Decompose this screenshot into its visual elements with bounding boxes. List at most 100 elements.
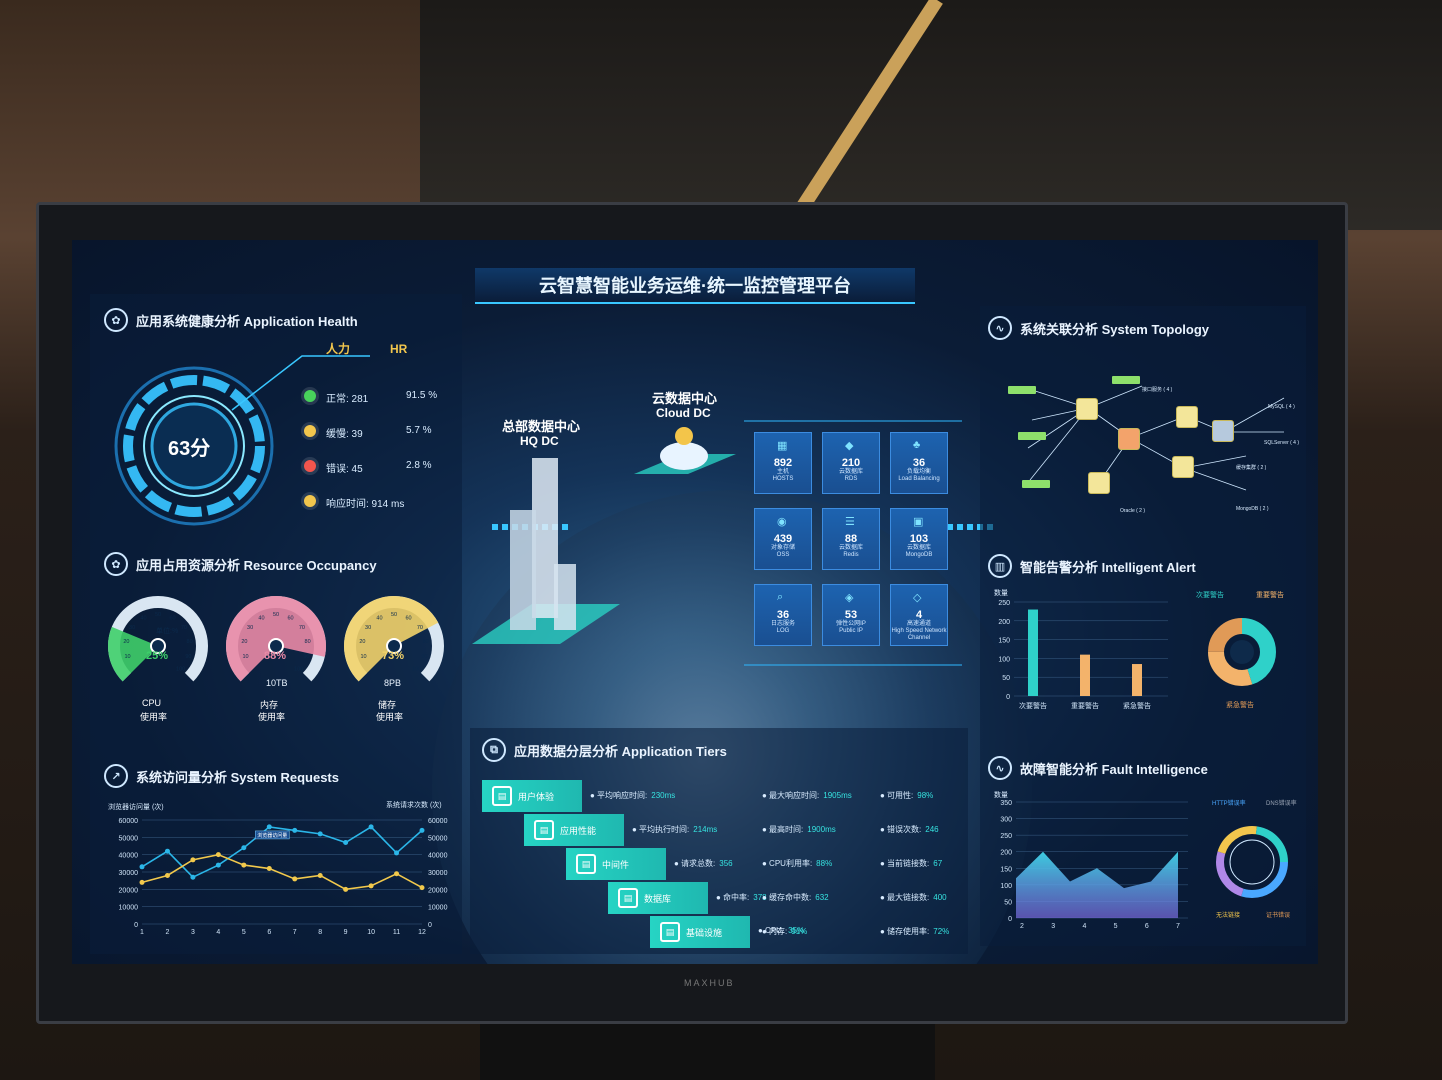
data-point <box>215 862 221 868</box>
health-col-a: 人力 <box>326 342 351 356</box>
hq-building-icon <box>472 458 620 644</box>
tile-icon: ⌕ <box>777 591 784 603</box>
data-point <box>190 857 196 863</box>
tile-value: 36 <box>912 457 926 469</box>
tiers-header: ⧉ 应用数据分层分析 Application Tiers <box>482 738 727 762</box>
resource-header: ✿ 应用占用资源分析 Resource Occupancy <box>104 552 377 576</box>
resource-tile: ☰ 88 云数据库 Redis <box>822 508 880 570</box>
topology-node <box>1172 456 1194 478</box>
gauge-tick-label: 30 <box>365 625 371 631</box>
tile-label-en: Public IP <box>839 628 863 634</box>
data-point <box>368 824 374 830</box>
fault-legend-noconn: 无法链接 <box>1216 913 1241 919</box>
y2-tick-label: 40000 <box>428 853 448 860</box>
tile-label-en: LOG <box>776 628 790 634</box>
tile-value: 88 <box>844 533 858 545</box>
gauge-tick-label: 90 <box>421 654 427 660</box>
metric-label: ● 缓存命中数: <box>762 893 812 902</box>
status-percent: 5.7 % <box>406 425 432 436</box>
x-tick-label: 重要警告 <box>1071 701 1099 710</box>
pulse-icon: ∿ <box>988 756 1012 780</box>
topology-label: SQLServer ( 4 ) <box>1264 440 1300 446</box>
gauge-tick-label: 40 <box>140 615 146 621</box>
y-tick-label: 20000 <box>119 887 139 894</box>
y-tick-label: 50000 <box>119 835 139 842</box>
fault-legend-cert: 证书错误 <box>1266 913 1291 919</box>
tier-row: ▤ 数据库 <box>608 882 708 914</box>
gauge-label: CPU <box>142 698 162 708</box>
tile-label-cn: 负载均衡 <box>906 469 931 475</box>
alert-title: 智能告警分析 Intelligent Alert <box>1020 559 1196 575</box>
topology-label: MySQL ( 4 ) <box>1268 404 1295 410</box>
y-tick-label: 30000 <box>119 870 139 877</box>
tier-metric: ● 最大链接数: 400 <box>880 892 947 903</box>
gauge-tick-label: 20 <box>359 639 365 645</box>
y-tick-label: 0 <box>134 922 138 929</box>
data-point <box>190 874 196 880</box>
gauge-value: 25% <box>146 650 169 662</box>
metric-value: 632 <box>815 893 829 902</box>
x-tick-label: 4 <box>1082 923 1086 930</box>
tile-icon: ◉ <box>777 516 787 528</box>
resource-tile: ⌕ 36 日志服务 LOG <box>754 584 812 646</box>
gauge-tick-label: 20 <box>123 639 129 645</box>
hq-dc-en: HQ DC <box>520 434 559 448</box>
y2-tick-label: 60000 <box>428 818 448 825</box>
data-point <box>419 885 425 891</box>
y2-tick-label: 10000 <box>428 905 448 912</box>
apps-icon: ✿ <box>104 552 128 576</box>
metric-label: ● 最高时间: <box>762 825 804 834</box>
tile-icon: ♣ <box>913 439 921 451</box>
resource-tile: ▣ 103 云数据库 MongoDB <box>890 508 948 570</box>
gauge-tick-label: 40 <box>258 615 264 621</box>
alert-bar <box>1080 654 1090 696</box>
y-tick-label: 0 <box>1008 916 1012 923</box>
topology-node <box>1076 398 1098 420</box>
tile-icon: ▦ <box>777 440 788 452</box>
resource-tile: ◆ 210 云数据库 RDS <box>822 432 880 494</box>
fault-area-chart: 0 50 100 150 200 250 300 350 2 3 4 5 6 7 <box>1000 800 1188 930</box>
tile-value: 892 <box>773 457 793 469</box>
data-point <box>164 848 170 854</box>
x-tick-label: 2 <box>166 929 170 936</box>
gauge-tick-label: 10 <box>361 654 367 660</box>
gauge-tick-label: 90 <box>185 654 191 660</box>
metric-value: 91% <box>791 927 808 936</box>
topology-label: 缓存集群 ( 2 ) <box>1236 465 1267 471</box>
tier-metric: ● CPU利用率: 88% <box>762 858 832 869</box>
tier-label: 数据库 <box>644 893 672 904</box>
topology-label: MongoDB ( 2 ) <box>1236 506 1269 512</box>
tooltip-text: 浏览器访问量 <box>257 832 287 839</box>
gauge-tick-label: 90 <box>303 654 309 660</box>
data-point <box>292 827 298 833</box>
tier-icon: ▤ <box>660 922 680 942</box>
metric-value: 98% <box>917 791 934 800</box>
gauge-value: 73% <box>382 650 405 662</box>
data-point <box>215 852 221 858</box>
gauge-tick-label: 80 <box>187 639 193 645</box>
metric-value: 400 <box>933 893 947 902</box>
gauge-tick-label: 70 <box>417 625 423 631</box>
y-tick-label: 50 <box>1002 675 1010 682</box>
tile-label-cn: 云数据库 <box>838 469 863 475</box>
gauge-tick-label: 80 <box>423 639 429 645</box>
y-tick-label: 150 <box>1000 866 1012 873</box>
hq-dc-cn: 总部数据中心 <box>502 419 581 434</box>
gauge-sublabel: 使用率 <box>376 712 404 722</box>
tile-label-en: RDS <box>844 476 858 482</box>
data-point <box>139 864 145 870</box>
y-tick-label: 200 <box>998 619 1010 626</box>
tile-value: 36 <box>776 609 790 621</box>
y-tick-label: 350 <box>1000 800 1012 807</box>
tile-value: 439 <box>773 533 793 545</box>
tiers-title: 应用数据分层分析 Application Tiers <box>514 743 727 759</box>
tier-row: ▤ 中间件 <box>566 848 666 880</box>
tier-icon: ▤ <box>534 820 554 840</box>
metric-label: ● 平均响应时间: <box>590 791 648 800</box>
cloud-dc-en: Cloud DC <box>656 406 711 420</box>
x-tick-label: 6 <box>267 929 271 936</box>
y-tick-label: 0 <box>1006 694 1010 701</box>
metric-label: ● 储存使用率: <box>880 927 930 936</box>
x-tick-label: 2 <box>1020 923 1024 930</box>
tile-value: 4 <box>915 609 923 621</box>
